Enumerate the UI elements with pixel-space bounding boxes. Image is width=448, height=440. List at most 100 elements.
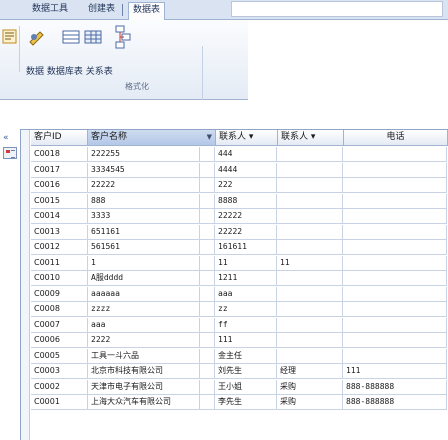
column-header-contact[interactable]: 联系人 ▾: [216, 130, 278, 146]
cell-title[interactable]: [277, 225, 343, 240]
cell-title[interactable]: 经理: [277, 364, 343, 379]
cell-phone[interactable]: [343, 225, 447, 240]
cell-customer-id[interactable]: C0014: [31, 209, 88, 224]
cell-contact[interactable]: 刘先生: [215, 364, 277, 379]
cell-customer-id[interactable]: C0013: [31, 225, 88, 240]
cell-title[interactable]: [277, 271, 343, 286]
cell-title[interactable]: [277, 333, 343, 348]
cell-customer-id[interactable]: C0016: [31, 178, 88, 193]
cell-title[interactable]: [277, 318, 343, 333]
cell-title[interactable]: 11: [277, 256, 343, 271]
cell-phone[interactable]: 111: [343, 364, 447, 379]
cell-contact[interactable]: 22222: [215, 209, 277, 224]
table-row[interactable]: C0017 3334545 4444: [31, 163, 448, 178]
cell-phone[interactable]: [343, 287, 447, 302]
pencil-icon[interactable]: [26, 28, 48, 46]
cell-customer-name[interactable]: 561561: [88, 240, 200, 255]
cell-customer-name[interactable]: 1: [88, 256, 200, 271]
cell-contact[interactable]: 王小姐: [215, 380, 277, 395]
cell-phone[interactable]: [343, 194, 447, 209]
nav-collapse-button[interactable]: «: [3, 133, 17, 143]
insert-row-icon[interactable]: [60, 28, 82, 46]
cell-customer-id[interactable]: C0009: [31, 287, 88, 302]
tab-data-tools[interactable]: 数据工具: [28, 2, 72, 19]
cell-phone[interactable]: [343, 209, 447, 224]
cell-customer-id[interactable]: C0005: [31, 349, 88, 364]
table-row[interactable]: C0008 zzzz zz: [31, 302, 448, 317]
cell-customer-id[interactable]: C0018: [31, 147, 88, 162]
cell-phone[interactable]: [343, 147, 447, 162]
cell-customer-name[interactable]: 22222: [88, 178, 200, 193]
cell-phone[interactable]: 888-888888: [343, 395, 447, 410]
table-row[interactable]: C0002 天津市电子有限公司 王小姐 采购 888-888888: [31, 380, 448, 395]
cell-customer-id[interactable]: C0017: [31, 163, 88, 178]
table-icon[interactable]: [82, 28, 104, 46]
cell-customer-id[interactable]: C0011: [31, 256, 88, 271]
table-row[interactable]: C0006 2222 111: [31, 333, 448, 348]
cell-title[interactable]: 采购: [277, 380, 343, 395]
cell-phone[interactable]: [343, 271, 447, 286]
cell-title[interactable]: [277, 302, 343, 317]
form-icon[interactable]: [3, 147, 17, 159]
cell-contact[interactable]: 1211: [215, 271, 277, 286]
cell-phone[interactable]: 888-888888: [343, 380, 447, 395]
cell-customer-name[interactable]: 北京市科技有限公司: [88, 364, 200, 379]
cell-customer-name[interactable]: 天津市电子有限公司: [88, 380, 200, 395]
cell-contact[interactable]: ff: [215, 318, 277, 333]
cell-title[interactable]: [277, 240, 343, 255]
cell-contact[interactable]: 444: [215, 147, 277, 162]
cell-phone[interactable]: [343, 318, 447, 333]
tab-create[interactable]: 创建表: [84, 2, 119, 19]
table-row[interactable]: C0010 A服dddd 1211: [31, 271, 448, 286]
column-header-title[interactable]: 联系人 ▾: [278, 130, 344, 146]
cell-customer-id[interactable]: C0012: [31, 240, 88, 255]
cell-customer-name[interactable]: A服dddd: [88, 271, 200, 286]
cell-customer-name[interactable]: aaaaaa: [88, 287, 200, 302]
ribbon-commands[interactable]: 数据 数据库表 关系表: [26, 64, 113, 77]
cell-customer-name[interactable]: 工具一斗六品: [88, 349, 200, 364]
cell-contact[interactable]: 11: [215, 256, 277, 271]
cell-phone[interactable]: [343, 178, 447, 193]
column-header-customer-id[interactable]: 客户ID: [31, 130, 88, 146]
cell-customer-id[interactable]: C0006: [31, 333, 88, 348]
table-row[interactable]: C0001 上海大众汽车有限公司 李先生 采购 888-888888: [31, 395, 448, 410]
table-row[interactable]: C0013 651161 22222: [31, 225, 448, 240]
cell-phone[interactable]: [343, 333, 447, 348]
cell-contact[interactable]: 111: [215, 333, 277, 348]
cell-customer-name[interactable]: 3333: [88, 209, 200, 224]
table-row[interactable]: C0016 22222 222: [31, 178, 448, 193]
cell-contact[interactable]: 222: [215, 178, 277, 193]
cell-customer-id[interactable]: C0010: [31, 271, 88, 286]
cell-customer-id[interactable]: C0002: [31, 380, 88, 395]
cell-title[interactable]: [277, 163, 343, 178]
table-row[interactable]: C0005 工具一斗六品 金主任: [31, 349, 448, 364]
cell-customer-id[interactable]: C0003: [31, 364, 88, 379]
cell-title[interactable]: [277, 209, 343, 224]
cell-customer-id[interactable]: C0001: [31, 395, 88, 410]
cell-phone[interactable]: [343, 349, 447, 364]
cell-contact[interactable]: 李先生: [215, 395, 277, 410]
chevron-down-icon[interactable]: ▼: [207, 130, 212, 145]
table-row[interactable]: C0014 3333 22222: [31, 209, 448, 224]
cell-customer-name[interactable]: 3334545: [88, 163, 200, 178]
cell-customer-name[interactable]: 2222: [88, 333, 200, 348]
cell-contact[interactable]: 4444: [215, 163, 277, 178]
table-row[interactable]: C0007 aaa ff: [31, 318, 448, 333]
cell-phone[interactable]: [343, 240, 447, 255]
cell-title[interactable]: 采购: [277, 395, 343, 410]
column-header-customer-name[interactable]: 客户名称 ▼: [88, 130, 216, 146]
cell-title[interactable]: [277, 194, 343, 209]
table-row[interactable]: C0015 888 8888: [31, 194, 448, 209]
record-selector-column[interactable]: [21, 130, 30, 440]
cell-title[interactable]: [277, 147, 343, 162]
table-row[interactable]: C0012 561561 161611: [31, 240, 448, 255]
cell-contact[interactable]: 8888: [215, 194, 277, 209]
cell-phone[interactable]: [343, 163, 447, 178]
cell-customer-name[interactable]: 上海大众汽车有限公司: [88, 395, 200, 410]
cell-title[interactable]: [277, 287, 343, 302]
cell-contact[interactable]: 金主任: [215, 349, 277, 364]
cell-customer-name[interactable]: 888: [88, 194, 200, 209]
cell-phone[interactable]: [343, 256, 447, 271]
relationships-icon[interactable]: [112, 24, 134, 50]
cell-customer-name[interactable]: zzzz: [88, 302, 200, 317]
